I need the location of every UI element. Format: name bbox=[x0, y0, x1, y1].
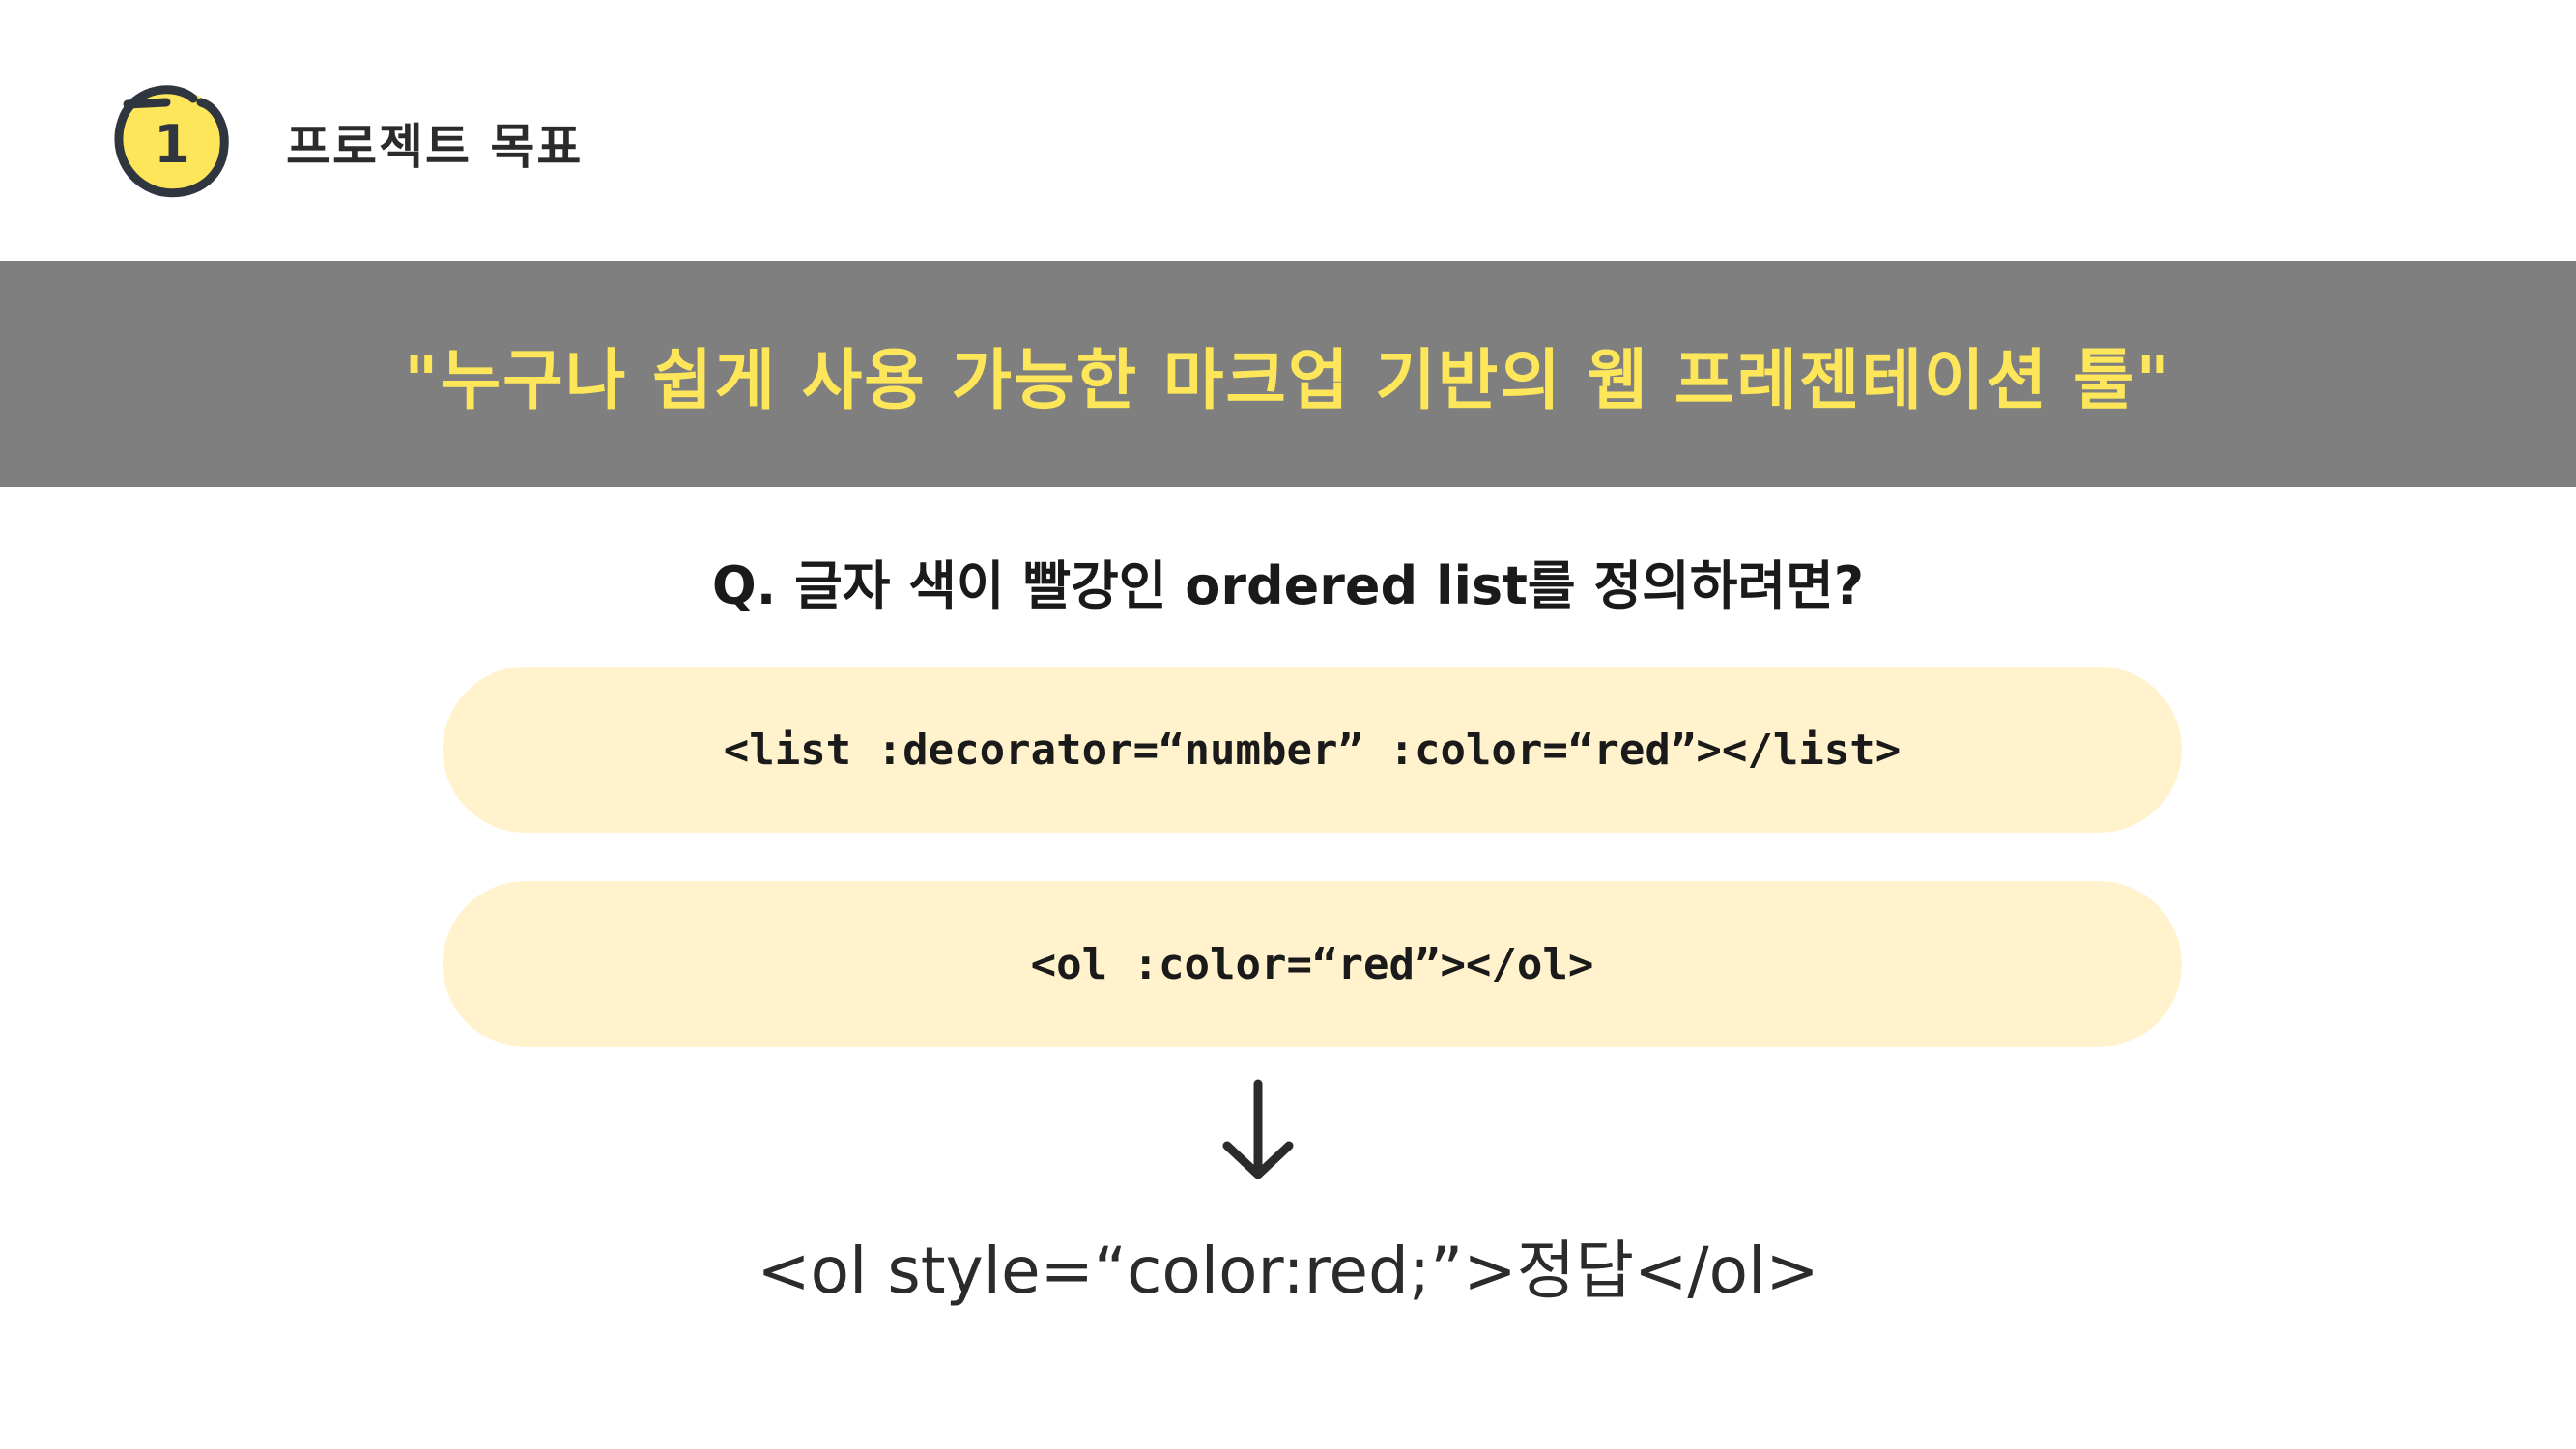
slide: 1 프로젝트 목표 "누구나 쉽게 사용 가능한 마크업 기반의 웹 프레젠테이… bbox=[0, 0, 2576, 1449]
numbered-circle-badge-icon: 1 bbox=[114, 85, 229, 198]
code-option-ol-syntax[interactable]: <ol :color=“red”></ol> bbox=[443, 881, 2182, 1047]
goal-banner: "누구나 쉽게 사용 가능한 마크업 기반의 웹 프레젠테이션 툴" bbox=[0, 261, 2576, 487]
section-title: 프로젝트 목표 bbox=[286, 119, 584, 175]
code-option-text: <list :decorator=“number” :color=“red”><… bbox=[723, 724, 1902, 775]
code-option-list-syntax[interactable]: <list :decorator=“number” :color=“red”><… bbox=[443, 667, 2182, 833]
answer-code: <ol style=“color:red;”>정답</ol> bbox=[757, 1234, 1819, 1308]
code-option-text: <ol :color=“red”></ol> bbox=[1030, 939, 1594, 989]
goal-banner-text: "누구나 쉽게 사용 가능한 마크업 기반의 웹 프레젠테이션 툴" bbox=[404, 342, 2172, 419]
quiz-question: Q. 글자 색이 빨강인 ordered list를 정의하려면? bbox=[711, 555, 1865, 616]
badge-number: 1 bbox=[154, 114, 190, 175]
arrow-down-icon bbox=[1222, 1079, 1294, 1179]
